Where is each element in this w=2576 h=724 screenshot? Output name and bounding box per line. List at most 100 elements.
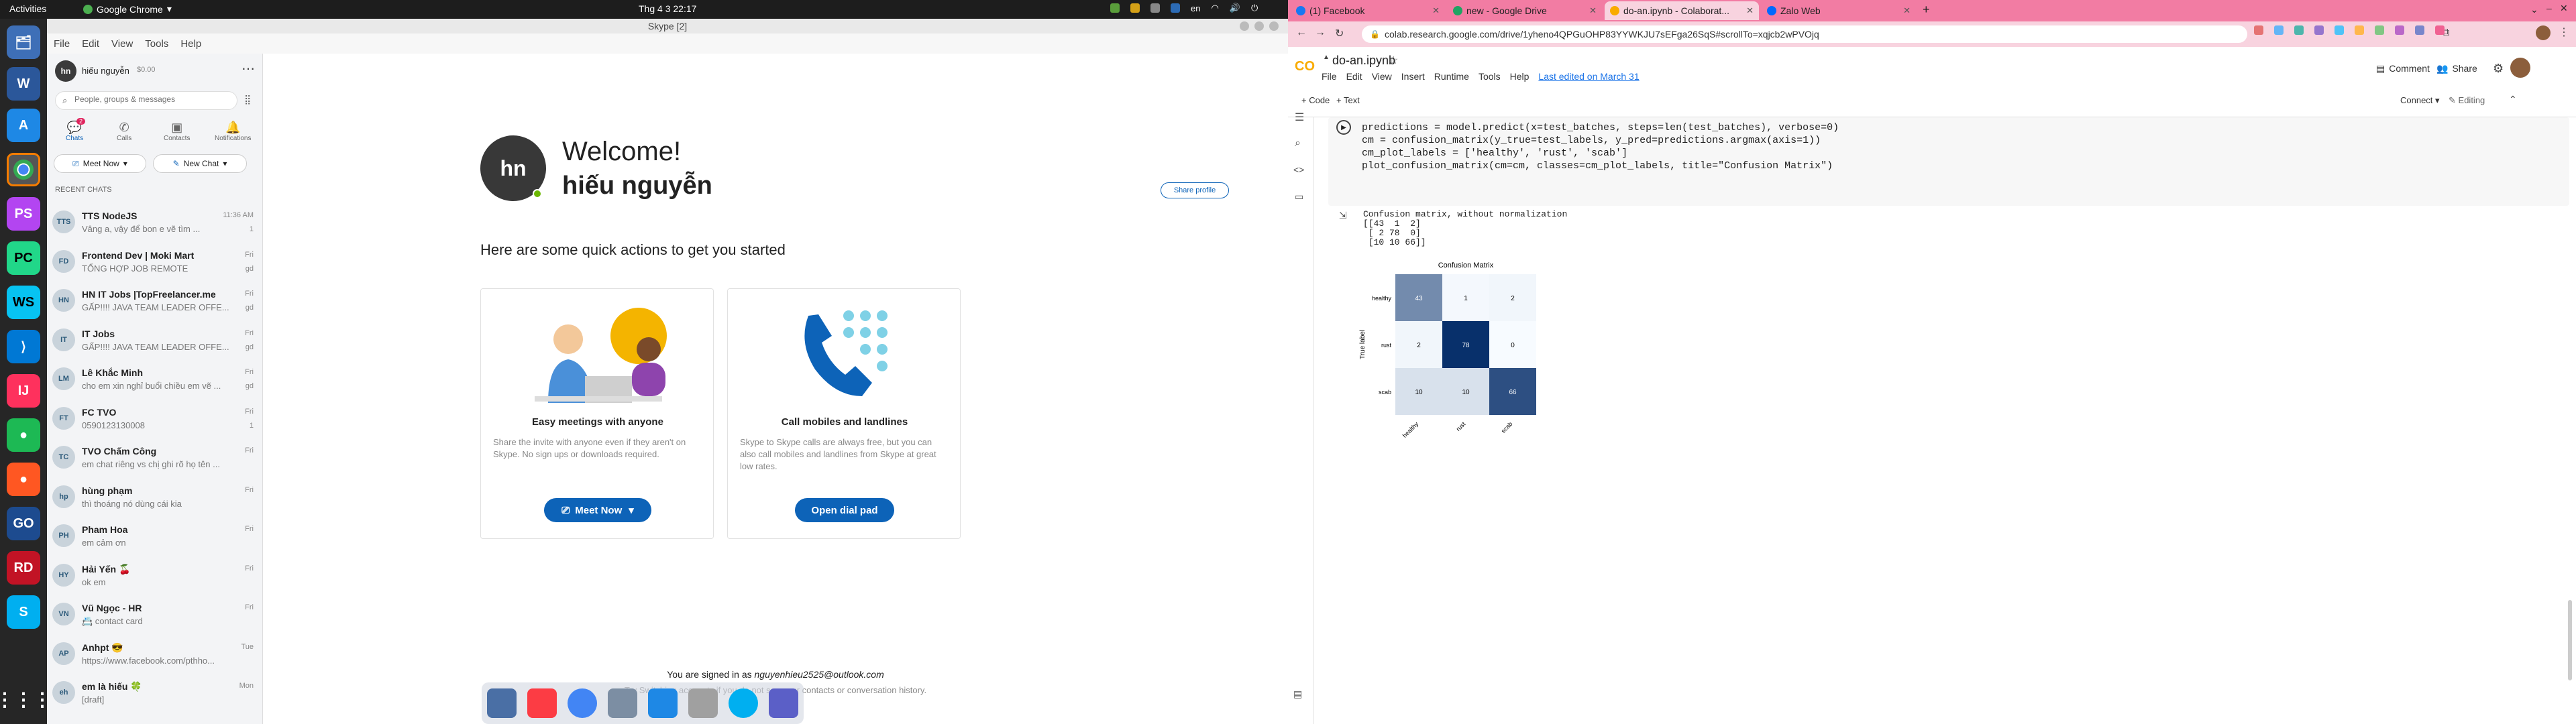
folder-icon[interactable]: [688, 688, 718, 718]
open-dial-pad-button[interactable]: Open dial pad: [795, 498, 894, 522]
menu-kebab-icon[interactable]: ⋮: [2559, 25, 2569, 39]
tab-search-icon[interactable]: ⌄: [2530, 4, 2538, 15]
webstorm-icon[interactable]: WS: [7, 286, 40, 319]
app-green-icon[interactable]: ●: [7, 418, 40, 452]
volume-icon[interactable]: 🔊: [1230, 3, 1240, 13]
close-window-icon[interactable]: ✕: [2560, 3, 2568, 14]
scrollbar[interactable]: [2568, 600, 2572, 680]
back-icon[interactable]: ←: [1296, 27, 1307, 39]
word-icon[interactable]: W: [7, 67, 40, 101]
chat-list-item[interactable]: FT FC TVO 0590123130008 Fri 1: [47, 402, 263, 440]
last-edited-link[interactable]: Last edited on March 31: [1538, 71, 1639, 82]
connect-button[interactable]: Connect ▾: [2400, 95, 2440, 106]
extension-icon[interactable]: [2274, 25, 2284, 35]
tab-facebook[interactable]: (1) Facebook ✕: [1291, 1, 1445, 20]
apps-grid-icon[interactable]: ⋮⋮⋮: [0, 682, 52, 716]
forward-icon[interactable]: →: [1315, 27, 1326, 39]
extension-icon[interactable]: [2294, 25, 2304, 35]
colab-logo-icon[interactable]: CO: [1295, 59, 1315, 74]
chat-list-item[interactable]: AP Anhpt 😎 https://www.facebook.com/pthho.…: [47, 637, 263, 676]
profile-avatar[interactable]: [2536, 25, 2551, 40]
meet-now-button[interactable]: ⎚ Meet Now ▾: [54, 154, 146, 173]
phpstorm-icon[interactable]: PS: [7, 197, 40, 231]
output-menu-icon[interactable]: ⇲: [1339, 210, 1347, 221]
more-options-icon[interactable]: ⋯: [241, 60, 255, 77]
tab-google-drive[interactable]: new - Google Drive ✕: [1448, 1, 1602, 20]
search-input[interactable]: [74, 95, 229, 104]
collapse-icon[interactable]: ⌃: [2509, 94, 2517, 105]
add-code-button[interactable]: + Code: [1301, 95, 1330, 105]
search-icon[interactable]: ⌕: [1295, 137, 1301, 149]
menu-edit[interactable]: Edit: [1346, 71, 1362, 82]
chat-list-item[interactable]: HN HN IT Jobs |TopFreelancer.me GẤP!!!! JA…: [47, 284, 263, 322]
tray-app-icon[interactable]: [1130, 3, 1140, 13]
pycharm-icon[interactable]: PC: [7, 241, 40, 275]
chat-list-item[interactable]: IT IT Jobs GẤP!!!! JAVA TEAM LEADER OFFE..…: [47, 323, 263, 362]
intellij-icon[interactable]: IJ: [7, 374, 40, 408]
meet-now-card-button[interactable]: ⎚ Meet Now ▾: [544, 498, 651, 522]
rider-icon[interactable]: RD: [7, 551, 40, 585]
settings-icon[interactable]: ⚙: [2493, 62, 2504, 76]
add-text-button[interactable]: + Text: [1336, 95, 1360, 105]
chat-list-item[interactable]: VN Vũ Ngọc - HR 📇 contact card Fri: [47, 597, 263, 636]
tray-app-icon[interactable]: [1171, 3, 1180, 13]
music-icon[interactable]: [527, 688, 557, 718]
close-icon[interactable]: ✕: [1903, 5, 1911, 16]
files-icon[interactable]: 🗂: [7, 25, 40, 59]
activities-button[interactable]: Activities: [9, 3, 46, 14]
chrome-icon[interactable]: [568, 688, 597, 718]
minimize-icon[interactable]: –: [2546, 3, 2552, 13]
menu-edit[interactable]: Edit: [82, 38, 99, 50]
menu-help[interactable]: Help: [1510, 71, 1529, 82]
maximize-button[interactable]: [1254, 21, 1264, 31]
search-box[interactable]: ⌕: [55, 91, 237, 110]
code-editor[interactable]: predictions = model.predict(x=test_batch…: [1362, 121, 1839, 172]
preview-icon[interactable]: [487, 688, 517, 718]
run-cell-icon[interactable]: ▶: [1336, 120, 1351, 135]
extension-icon[interactable]: [2395, 25, 2404, 35]
menu-file[interactable]: File: [1322, 71, 1337, 82]
app-menu[interactable]: Google Chrome ▾: [83, 3, 172, 15]
menu-runtime[interactable]: Runtime: [1434, 71, 1469, 82]
tab-zalo[interactable]: Zalo Web ✕: [1762, 1, 1916, 20]
code-cell[interactable]: ▶ predictions = model.predict(x=test_bat…: [1328, 117, 2569, 206]
menu-help[interactable]: Help: [180, 38, 201, 50]
dialpad-icon[interactable]: ⣿: [244, 94, 251, 105]
recent-chats-header[interactable]: RECENT CHATS: [55, 186, 112, 194]
chrome-icon[interactable]: [7, 153, 40, 186]
extension-icon[interactable]: [2415, 25, 2424, 35]
menu-insert[interactable]: Insert: [1401, 71, 1425, 82]
share-profile-button[interactable]: Share profile: [1161, 182, 1229, 198]
nav-contacts[interactable]: ▣ Contacts: [164, 121, 190, 142]
close-icon[interactable]: ✕: [1589, 5, 1597, 16]
tab-colab[interactable]: do-an.ipynb - Colaborat... ✕: [1605, 1, 1759, 20]
extension-icon[interactable]: [2314, 25, 2324, 35]
address-bar[interactable]: 🔒 colab.research.google.com/drive/1yheno…: [1362, 25, 2247, 43]
editing-mode[interactable]: ✎ Editing: [2449, 95, 2485, 106]
extension-icon[interactable]: [2375, 25, 2384, 35]
profile-name[interactable]: hiếu nguyễn: [82, 66, 129, 76]
menu-tools[interactable]: Tools: [145, 38, 168, 50]
comment-button[interactable]: ▤ Comment: [2376, 63, 2430, 74]
extension-icon[interactable]: [2435, 25, 2445, 35]
skype-icon[interactable]: S: [7, 595, 40, 629]
extension-icon[interactable]: [2334, 25, 2344, 35]
close-icon[interactable]: ✕: [1746, 5, 1754, 16]
appstore-icon[interactable]: A: [7, 109, 40, 142]
skype-icon[interactable]: [729, 688, 758, 718]
tray-app-icon[interactable]: [1150, 3, 1160, 13]
goland-icon[interactable]: GO: [7, 507, 40, 540]
user-avatar[interactable]: [2510, 58, 2530, 78]
toc-icon[interactable]: ☰: [1295, 111, 1304, 124]
nav-chats[interactable]: 💬 Chats 2: [66, 118, 86, 142]
nav-notifications[interactable]: 🔔 Notifications: [215, 121, 251, 142]
chat-list-item[interactable]: TC TVO Chấm Công em chat riêng vs chị ghi …: [47, 440, 263, 479]
system-tray[interactable]: en ◠ 🔊 ⏻: [1110, 3, 1258, 13]
reload-icon[interactable]: ↻: [1335, 27, 1344, 40]
nav-calls[interactable]: ✆ Calls: [117, 121, 131, 142]
chat-list-item[interactable]: PH Pham Hoa em cảm ơn Fri: [47, 519, 263, 558]
code-snippets-icon[interactable]: <>: [1293, 164, 1304, 175]
notebook-title[interactable]: do-an.ipynb: [1332, 54, 1395, 68]
extension-icon[interactable]: [2254, 25, 2263, 35]
clock[interactable]: Thg 4 3 22:17: [639, 3, 696, 14]
